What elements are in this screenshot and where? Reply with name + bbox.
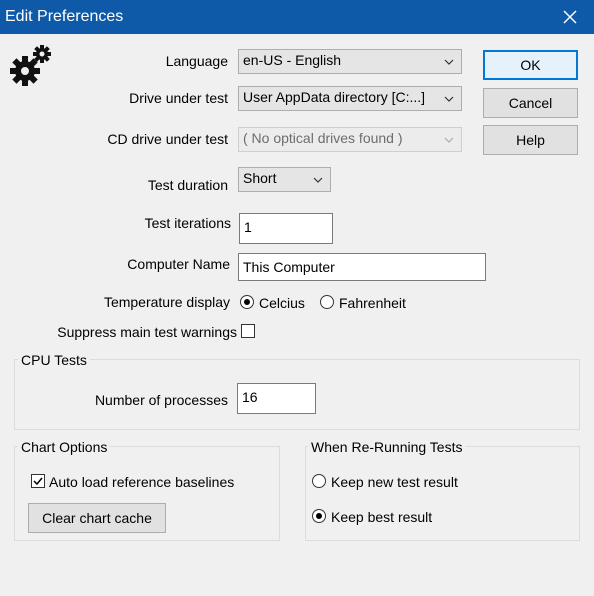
fahrenheit-radio[interactable] <box>320 295 334 309</box>
duration-value: Short <box>243 170 277 186</box>
processes-input[interactable]: 16 <box>237 383 316 414</box>
computer-name-label: Computer Name <box>127 256 230 272</box>
keep-new-radio[interactable] <box>312 474 326 488</box>
computer-name-input[interactable]: This Computer <box>238 253 486 281</box>
celcius-radio[interactable] <box>240 295 254 309</box>
suppress-warnings-label: Suppress main test warnings <box>57 324 237 340</box>
rerun-group <box>305 446 580 541</box>
cd-drive-value: ( No optical drives found ) <box>243 130 403 146</box>
clear-chart-cache-button[interactable]: Clear chart cache <box>28 503 166 533</box>
drive-select[interactable]: User AppData directory [C:...] <box>238 86 462 111</box>
chevron-down-icon <box>444 59 454 65</box>
language-value: en-US - English <box>243 52 342 68</box>
duration-select[interactable]: Short <box>238 167 331 192</box>
processes-label: Number of processes <box>94 392 228 408</box>
close-icon[interactable] <box>546 0 594 34</box>
keep-best-label: Keep best result <box>331 509 433 525</box>
drive-label: Drive under test <box>129 90 228 106</box>
cancel-button[interactable]: Cancel <box>483 88 578 118</box>
keep-new-label: Keep new test result <box>331 474 458 490</box>
chevron-down-icon <box>444 96 454 102</box>
fahrenheit-label: Fahrenheit <box>339 295 406 311</box>
chart-options-title: Chart Options <box>18 439 111 455</box>
temperature-label: Temperature display <box>103 294 230 310</box>
duration-label: Test duration <box>147 177 228 193</box>
rerun-title: When Re-Running Tests <box>308 439 466 455</box>
chevron-down-icon <box>444 137 454 143</box>
gears-icon <box>8 42 54 88</box>
cpu-tests-title: CPU Tests <box>18 352 90 368</box>
keep-best-radio[interactable] <box>312 509 326 523</box>
suppress-warnings-checkbox[interactable] <box>241 324 255 338</box>
window-title: Edit Preferences <box>5 8 124 25</box>
language-select[interactable]: en-US - English <box>238 49 462 74</box>
title-bar: Edit Preferences <box>0 0 594 34</box>
cd-drive-label: CD drive under test <box>107 131 228 147</box>
celcius-label: Celcius <box>259 295 305 311</box>
checkmark-icon <box>33 477 43 486</box>
language-label: Language <box>165 53 228 69</box>
auto-load-checkbox[interactable] <box>31 474 45 488</box>
cd-drive-select: ( No optical drives found ) <box>238 127 462 152</box>
iterations-input[interactable]: 1 <box>239 213 333 244</box>
chevron-down-icon <box>313 177 323 183</box>
iterations-label: Test iterations <box>144 215 231 231</box>
drive-value: User AppData directory [C:...] <box>243 89 426 105</box>
auto-load-label: Auto load reference baselines <box>49 474 235 490</box>
help-button[interactable]: Help <box>483 125 578 155</box>
ok-button[interactable]: OK <box>483 50 578 80</box>
